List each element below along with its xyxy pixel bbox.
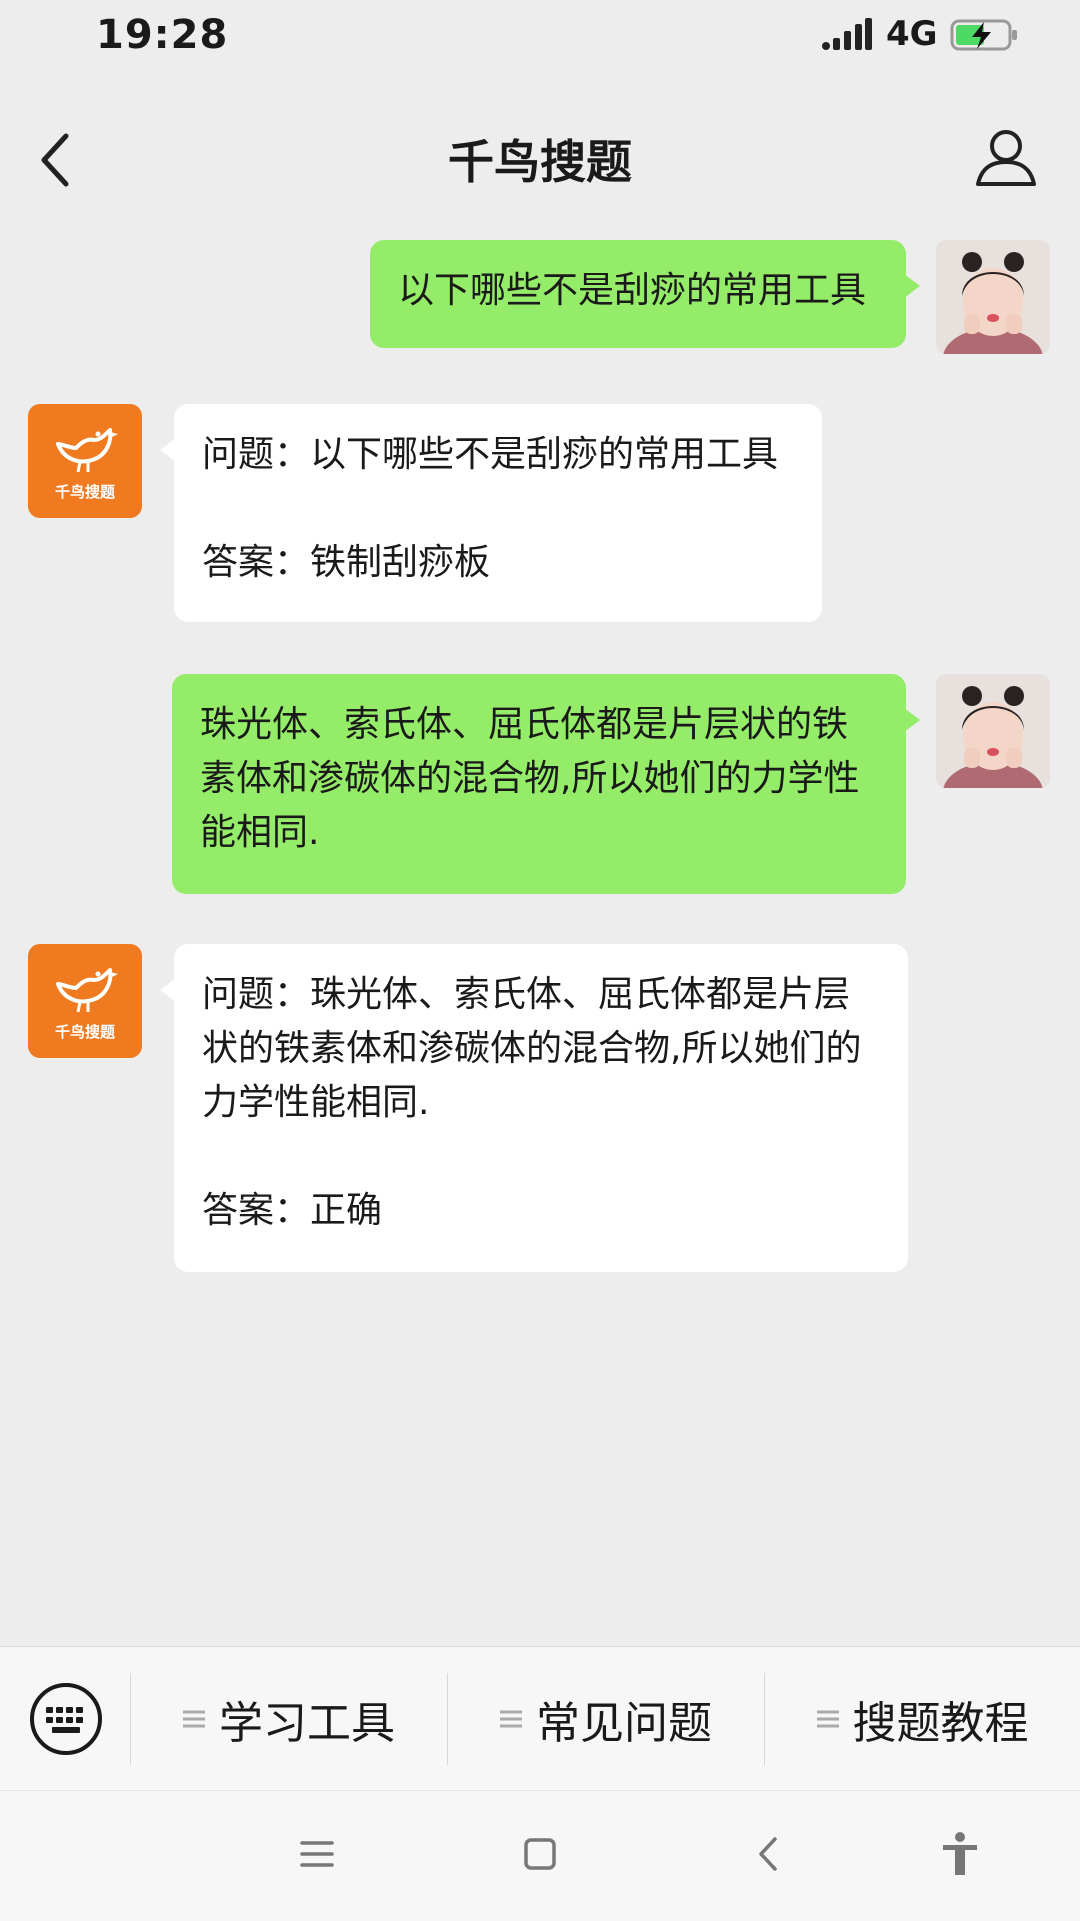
status-time: 19:28: [96, 12, 229, 58]
bot-avatar[interactable]: 千鸟搜题: [28, 944, 142, 1058]
menu-study-tools[interactable]: 学习工具: [131, 1647, 447, 1791]
bot-bubble[interactable]: 问题：珠光体、索氏体、屈氏体都是片层状的铁素体和渗碳体的混合物,所以她们的力学性…: [160, 944, 908, 1272]
profile-icon[interactable]: [974, 124, 1038, 188]
keyboard-icon[interactable]: [28, 1681, 104, 1757]
status-bar: 19:28 4G: [0, 0, 1080, 70]
chat-header: 千鸟搜题: [0, 70, 1080, 220]
bottom-menu-bar: 学习工具 常见问题 搜题教程: [0, 1646, 1080, 1791]
page-title: 千鸟搜题: [448, 135, 632, 189]
menu-faq[interactable]: 常见问题: [448, 1647, 764, 1791]
bot-avatar[interactable]: 千鸟搜题: [28, 404, 142, 518]
user-avatar[interactable]: [936, 240, 1050, 354]
nav-home-icon[interactable]: [515, 1829, 565, 1879]
system-nav-bar: [0, 1790, 1080, 1921]
menu-label: 学习工具: [219, 1698, 395, 1749]
user-avatar[interactable]: [936, 674, 1050, 788]
signal-icon: [822, 18, 872, 50]
nav-menu-icon[interactable]: [292, 1829, 342, 1879]
nav-back-icon[interactable]: [743, 1829, 793, 1879]
menu-search-tutorial[interactable]: 搜题教程: [765, 1647, 1080, 1791]
menu-label: 常见问题: [536, 1698, 712, 1749]
menu-lines-icon: [183, 1710, 205, 1728]
menu-label: 搜题教程: [852, 1698, 1029, 1749]
bird-logo-icon: [56, 968, 118, 1013]
menu-lines-icon: [500, 1710, 522, 1728]
user-bubble[interactable]: 以下哪些不是刮痧的常用工具: [370, 240, 920, 348]
bot-avatar-label: 千鸟搜题: [54, 483, 115, 501]
bot-bubble[interactable]: 问题：以下哪些不是刮痧的常用工具 答案：铁制刮痧板: [160, 404, 822, 622]
accessibility-icon[interactable]: [935, 1829, 985, 1879]
network-type: 4G: [886, 14, 938, 54]
bird-logo-icon: [56, 428, 118, 473]
bot-avatar-label: 千鸟搜题: [54, 1023, 115, 1041]
battery-charging-icon: [950, 19, 1017, 51]
user-bubble[interactable]: 珠光体、索氏体、屈氏体都是片层状的铁素体和渗碳体的混合物,所以她们的力学性能相同…: [172, 674, 920, 894]
menu-lines-icon: [816, 1710, 839, 1728]
